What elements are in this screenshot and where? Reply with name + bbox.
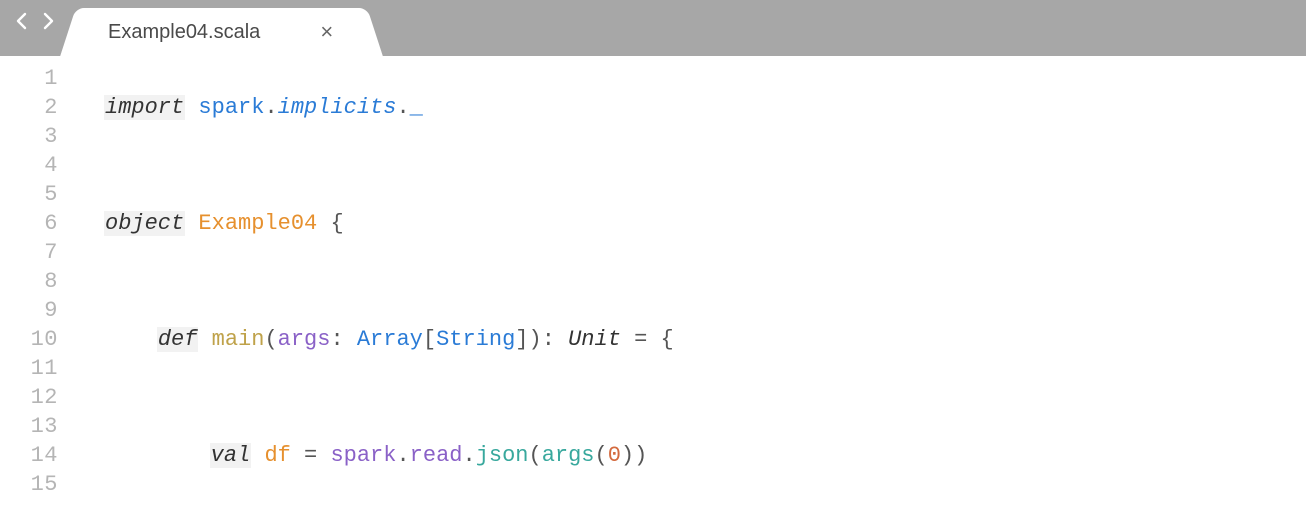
code-line: object Example04 {: [104, 209, 1068, 238]
code-line: [104, 151, 1068, 180]
code-line: import spark.implicits._: [104, 93, 1068, 122]
line-number: 1: [0, 64, 58, 93]
code-line: [104, 383, 1068, 412]
line-number: 6: [0, 209, 58, 238]
editor-tab[interactable]: Example04.scala ×: [82, 8, 361, 56]
tab-title: Example04.scala: [108, 21, 260, 44]
nav-arrows: [12, 0, 58, 56]
line-number: 13: [0, 412, 58, 441]
code-area[interactable]: import spark.implicits._ object Example0…: [70, 56, 1068, 520]
line-number: 12: [0, 383, 58, 412]
line-number: 4: [0, 151, 58, 180]
tab-bar: Example04.scala ×: [0, 0, 1306, 56]
line-number: 3: [0, 122, 58, 151]
line-number: 8: [0, 267, 58, 296]
code-line: [104, 499, 1068, 520]
nav-forward-icon[interactable]: [38, 11, 58, 31]
code-line: def main(args: Array[String]): Unit = {: [104, 325, 1068, 354]
nav-back-icon[interactable]: [12, 11, 32, 31]
line-number: 7: [0, 238, 58, 267]
line-number: 10: [0, 325, 58, 354]
close-icon[interactable]: ×: [320, 21, 333, 43]
line-number: 5: [0, 180, 58, 209]
code-line: val df = spark.read.json(args(0)): [104, 441, 1068, 470]
line-number: 14: [0, 441, 58, 470]
line-number: 2: [0, 93, 58, 122]
line-number: 15: [0, 470, 58, 499]
line-number: 11: [0, 354, 58, 383]
line-number: 9: [0, 296, 58, 325]
code-line: [104, 267, 1068, 296]
code-editor[interactable]: 1 2 3 4 5 6 7 8 9 10 11 12 13 14 15 impo…: [0, 56, 1306, 520]
line-gutter: 1 2 3 4 5 6 7 8 9 10 11 12 13 14 15: [0, 56, 70, 520]
